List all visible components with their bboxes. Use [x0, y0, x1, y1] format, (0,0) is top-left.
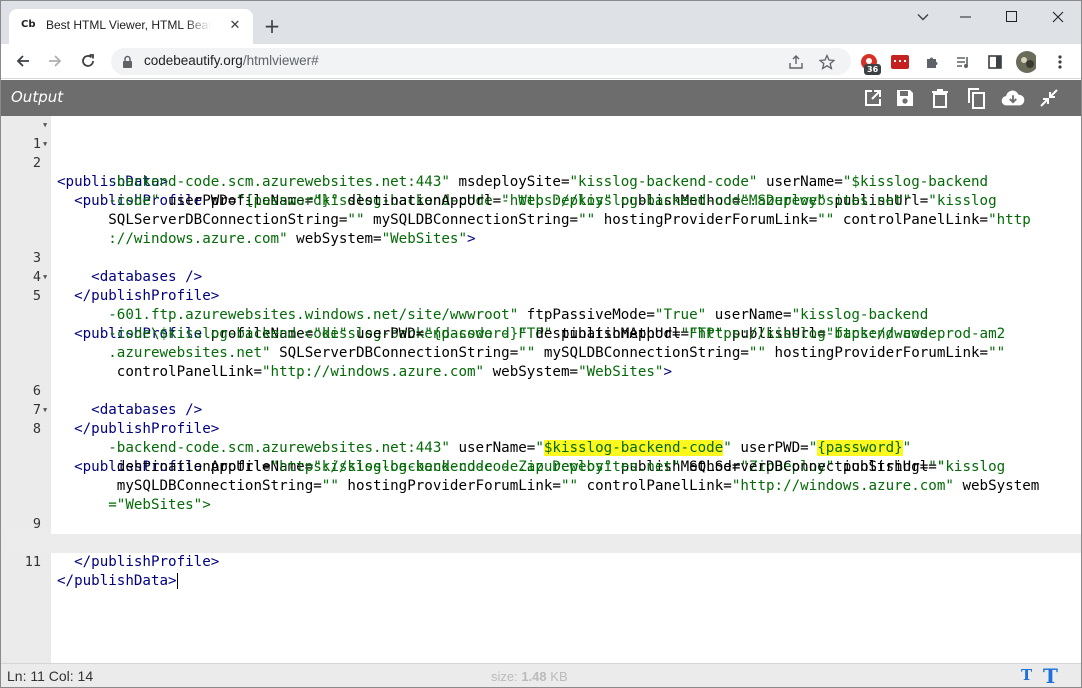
- save-icon[interactable]: [893, 86, 917, 110]
- code-line-wrap[interactable]: -backend-code.scm.azurewebsites.net:443"…: [1, 420, 1081, 456]
- code-line-9[interactable]: 9 <databases />: [1, 496, 1081, 551]
- tab-close-icon[interactable]: ✕: [225, 16, 245, 36]
- cursor-position: Ln: 11 Col: 14: [7, 668, 94, 684]
- code-line-wrap[interactable]: mySQLDBConnectionString="" hostingProvid…: [1, 458, 1081, 494]
- code-line-wrap[interactable]: .azurewebsites.net" SQLServerDBConnectio…: [1, 325, 1081, 361]
- code-line-2[interactable]: 2 ▼ <publishProfile profileName="kisslog…: [1, 135, 1081, 209]
- site-favicon-icon: Cb: [21, 19, 36, 30]
- code-line-wrap[interactable]: -code\$kisslog-backend-code" userPWD="{p…: [1, 306, 1081, 342]
- status-bar: Ln: 11 Col: 14 size: 1.48 KB T T: [1, 663, 1081, 687]
- code-line-3[interactable]: 3 <databases />: [1, 230, 1081, 285]
- browser-tab[interactable]: Cb Best HTML Viewer, HTML Beautifier ✕: [9, 9, 253, 44]
- window-controls: [903, 1, 1081, 33]
- new-tab-button[interactable]: +: [261, 15, 283, 37]
- browser-menu-icon[interactable]: [1050, 52, 1070, 72]
- browser-window: Cb Best HTML Viewer, HTML Beautifier ✕ +: [0, 0, 1082, 688]
- tab-title: Best HTML Viewer, HTML Beautifier: [46, 18, 211, 32]
- url-text[interactable]: codebeautify.org/htmlviewer#: [144, 53, 319, 68]
- tab-strip: Cb Best HTML Viewer, HTML Beautifier ✕ +: [1, 1, 1081, 44]
- extension-badge-count: 36: [864, 64, 882, 75]
- text-cursor: [176, 573, 178, 589]
- code-line-wrap[interactable]: ://windows.azure.com" webSystem="WebSite…: [1, 211, 1081, 247]
- minimize-icon[interactable]: [943, 1, 989, 33]
- fold-arrow-icon[interactable]: ▼: [43, 116, 47, 135]
- collapse-icon[interactable]: [1037, 86, 1061, 110]
- font-size-increase-icon[interactable]: T: [1043, 664, 1058, 687]
- code-line-10[interactable]: 10 </publishProfile>: [1, 515, 1081, 570]
- line-number: 11: [24, 554, 41, 570]
- reload-icon[interactable]: [76, 49, 100, 73]
- lock-icon[interactable]: [122, 54, 133, 73]
- code-line-wrap[interactable]: -601.ftp.azurewebsites.windows.net/site/…: [1, 287, 1081, 323]
- font-size-decrease-icon[interactable]: T: [1021, 666, 1032, 684]
- copy-icon[interactable]: [964, 86, 988, 110]
- delete-icon[interactable]: [928, 86, 952, 110]
- share-icon[interactable]: [786, 52, 806, 72]
- open-in-new-icon[interactable]: [861, 86, 885, 110]
- fold-arrow-icon[interactable]: ▼: [43, 401, 47, 420]
- bookmark-star-icon[interactable]: [817, 52, 837, 72]
- output-title: Output: [11, 88, 64, 106]
- code-line-wrap[interactable]: -backend-code.scm.azurewebsites.net:443"…: [1, 154, 1081, 190]
- code-line-11[interactable]: 11 </publishData>: [1, 534, 1081, 589]
- extensions-puzzle-icon[interactable]: [922, 52, 942, 72]
- maximize-icon[interactable]: [989, 1, 1035, 33]
- forward-icon[interactable]: [43, 49, 67, 73]
- code-line-wrap[interactable]: ="WebSites">: [1, 477, 1081, 513]
- code-line-6[interactable]: 6 <databases />: [1, 363, 1081, 418]
- code-editor[interactable]: 1 ▼ <publishData> 2 ▼ <publishProfile pr…: [1, 116, 1081, 663]
- code-line-wrap[interactable]: -code" userPWD="{password}" destinationA…: [1, 173, 1081, 209]
- output-header: Output: [1, 80, 1081, 116]
- code-line-wrap[interactable]: SQLServerDBConnectionString="" mySQLDBCo…: [1, 192, 1081, 228]
- file-size: size: 1.48 KB: [491, 669, 568, 684]
- tab-search-chevron-icon[interactable]: [903, 1, 943, 33]
- side-panel-icon[interactable]: [985, 52, 1005, 72]
- address-bar[interactable]: codebeautify.org/htmlviewer#: [111, 48, 851, 75]
- download-icon[interactable]: [1001, 86, 1025, 110]
- code-line-8[interactable]: 8 ▼ <publishProfile profileName="kisslog…: [1, 401, 1081, 475]
- code-line-4[interactable]: 4 </publishProfile>: [1, 249, 1081, 304]
- fold-arrow-icon[interactable]: ▼: [43, 268, 47, 287]
- close-window-icon[interactable]: [1035, 1, 1081, 33]
- back-icon[interactable]: [11, 49, 35, 73]
- code-line-1[interactable]: 1 ▼ <publishData>: [1, 116, 1081, 190]
- code-line-5[interactable]: 5 ▼ <publishProfile profileName="kisslog…: [1, 268, 1081, 342]
- reading-list-icon[interactable]: [953, 52, 973, 72]
- code-line-wrap[interactable]: destinationAppUrl="https://kisslog-backe…: [1, 439, 1081, 475]
- code-line-7[interactable]: 7 </publishProfile>: [1, 382, 1081, 437]
- code-line-wrap[interactable]: controlPanelLink="http://windows.azure.c…: [1, 344, 1081, 380]
- extension-film-icon[interactable]: [890, 52, 910, 72]
- fold-arrow-icon[interactable]: ▼: [43, 135, 47, 154]
- browser-toolbar: codebeautify.org/htmlviewer#: [1, 44, 1081, 79]
- profile-avatar[interactable]: [1016, 51, 1036, 73]
